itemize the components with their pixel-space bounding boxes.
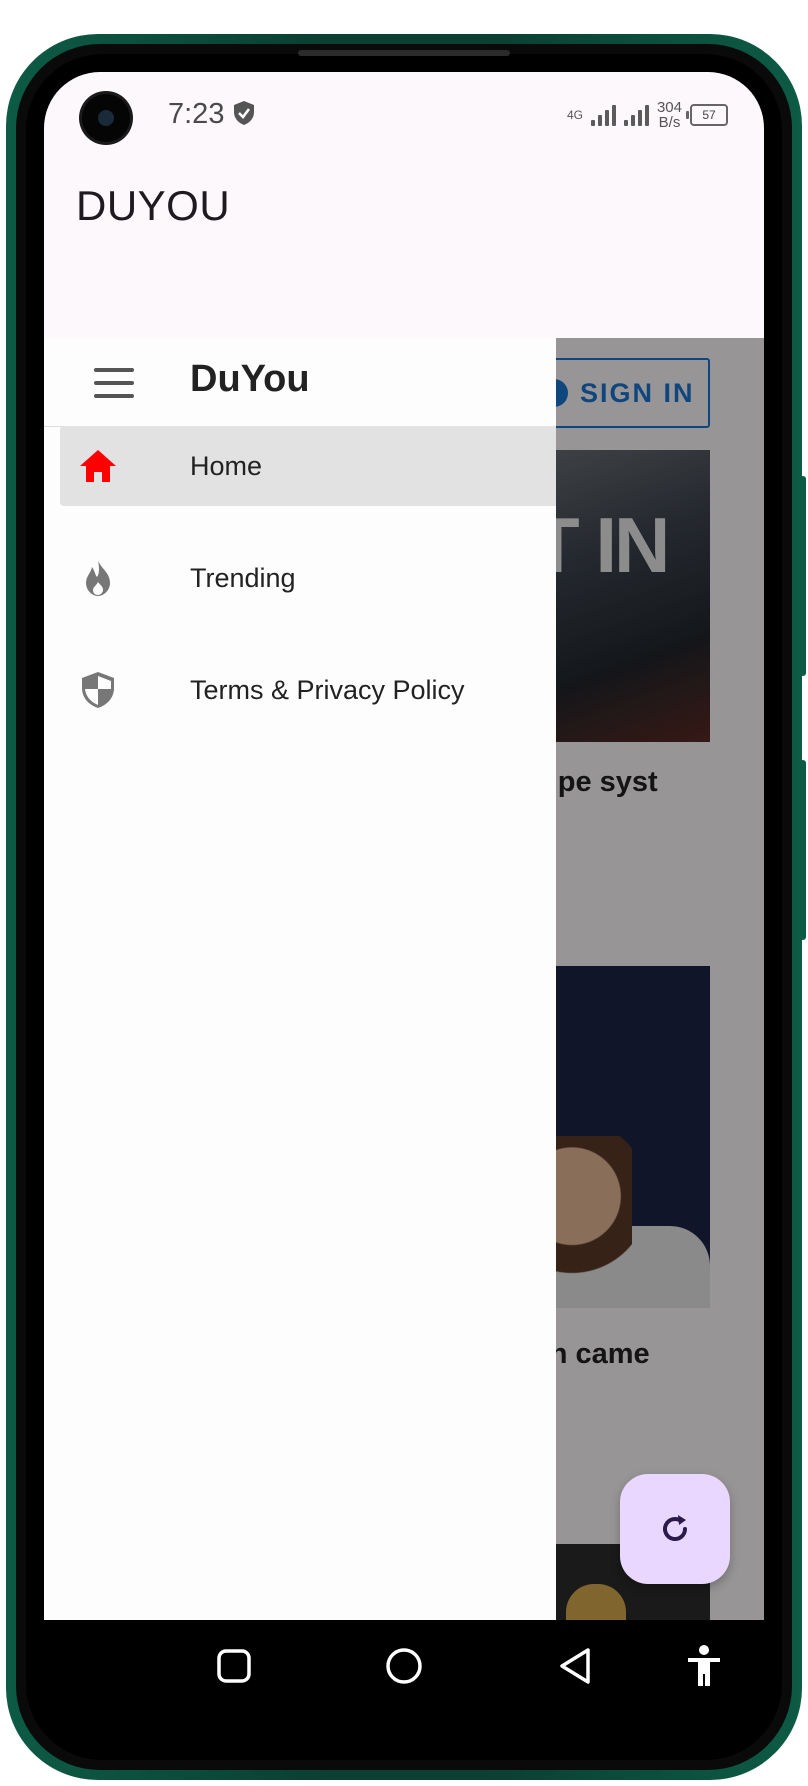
refresh-icon	[663, 1515, 687, 1541]
screen: 7:23 4G 304 B/s 57 DUYOU SIGN IN T IN pi…	[44, 72, 764, 1620]
app-title: DUYOU	[76, 182, 231, 229]
status-bar: 7:23 4G 304 B/s 57	[44, 72, 764, 160]
menu-icon[interactable]	[94, 368, 134, 398]
front-camera	[82, 94, 130, 142]
drawer-header: DuYou	[44, 338, 556, 427]
back-triangle-icon[interactable]	[556, 1646, 594, 1686]
signal-strength-icon	[590, 104, 616, 126]
network-type-label: 4G	[566, 108, 583, 122]
recents-square-icon[interactable]	[216, 1648, 252, 1684]
refresh-fab[interactable]	[620, 1474, 730, 1584]
accessibility-icon[interactable]	[684, 1644, 724, 1688]
net-speed: 304 B/s	[656, 99, 682, 131]
drawer-item-trending[interactable]: Trending	[60, 538, 556, 618]
drawer-item-terms-privacy[interactable]: Terms & Privacy Policy	[60, 650, 556, 730]
volume-button	[800, 476, 806, 676]
signal-strength-2-icon	[623, 104, 649, 126]
drawer-item-label: Terms & Privacy Policy	[190, 674, 465, 705]
status-time: 7:23	[168, 98, 225, 130]
drawer-item-label: Home	[190, 450, 263, 481]
home-circle-icon[interactable]	[384, 1646, 424, 1686]
home-icon	[80, 450, 116, 482]
drawer-title: DuYou	[190, 358, 310, 400]
speaker-grille	[298, 50, 510, 56]
drawer-item-home[interactable]: Home	[60, 426, 556, 506]
power-button	[800, 760, 806, 940]
flame-icon	[86, 560, 110, 596]
drawer-item-label: Trending	[190, 562, 296, 593]
shield-icon	[82, 672, 114, 708]
navigation-drawer: DuYou Home Trending Terms & Privacy Poli…	[44, 338, 556, 1620]
status-icons: 4G 304 B/s 57	[567, 98, 728, 132]
security-shield-icon	[234, 101, 254, 125]
battery-icon: 57	[686, 104, 728, 126]
system-navigation-bar	[44, 1620, 764, 1730]
